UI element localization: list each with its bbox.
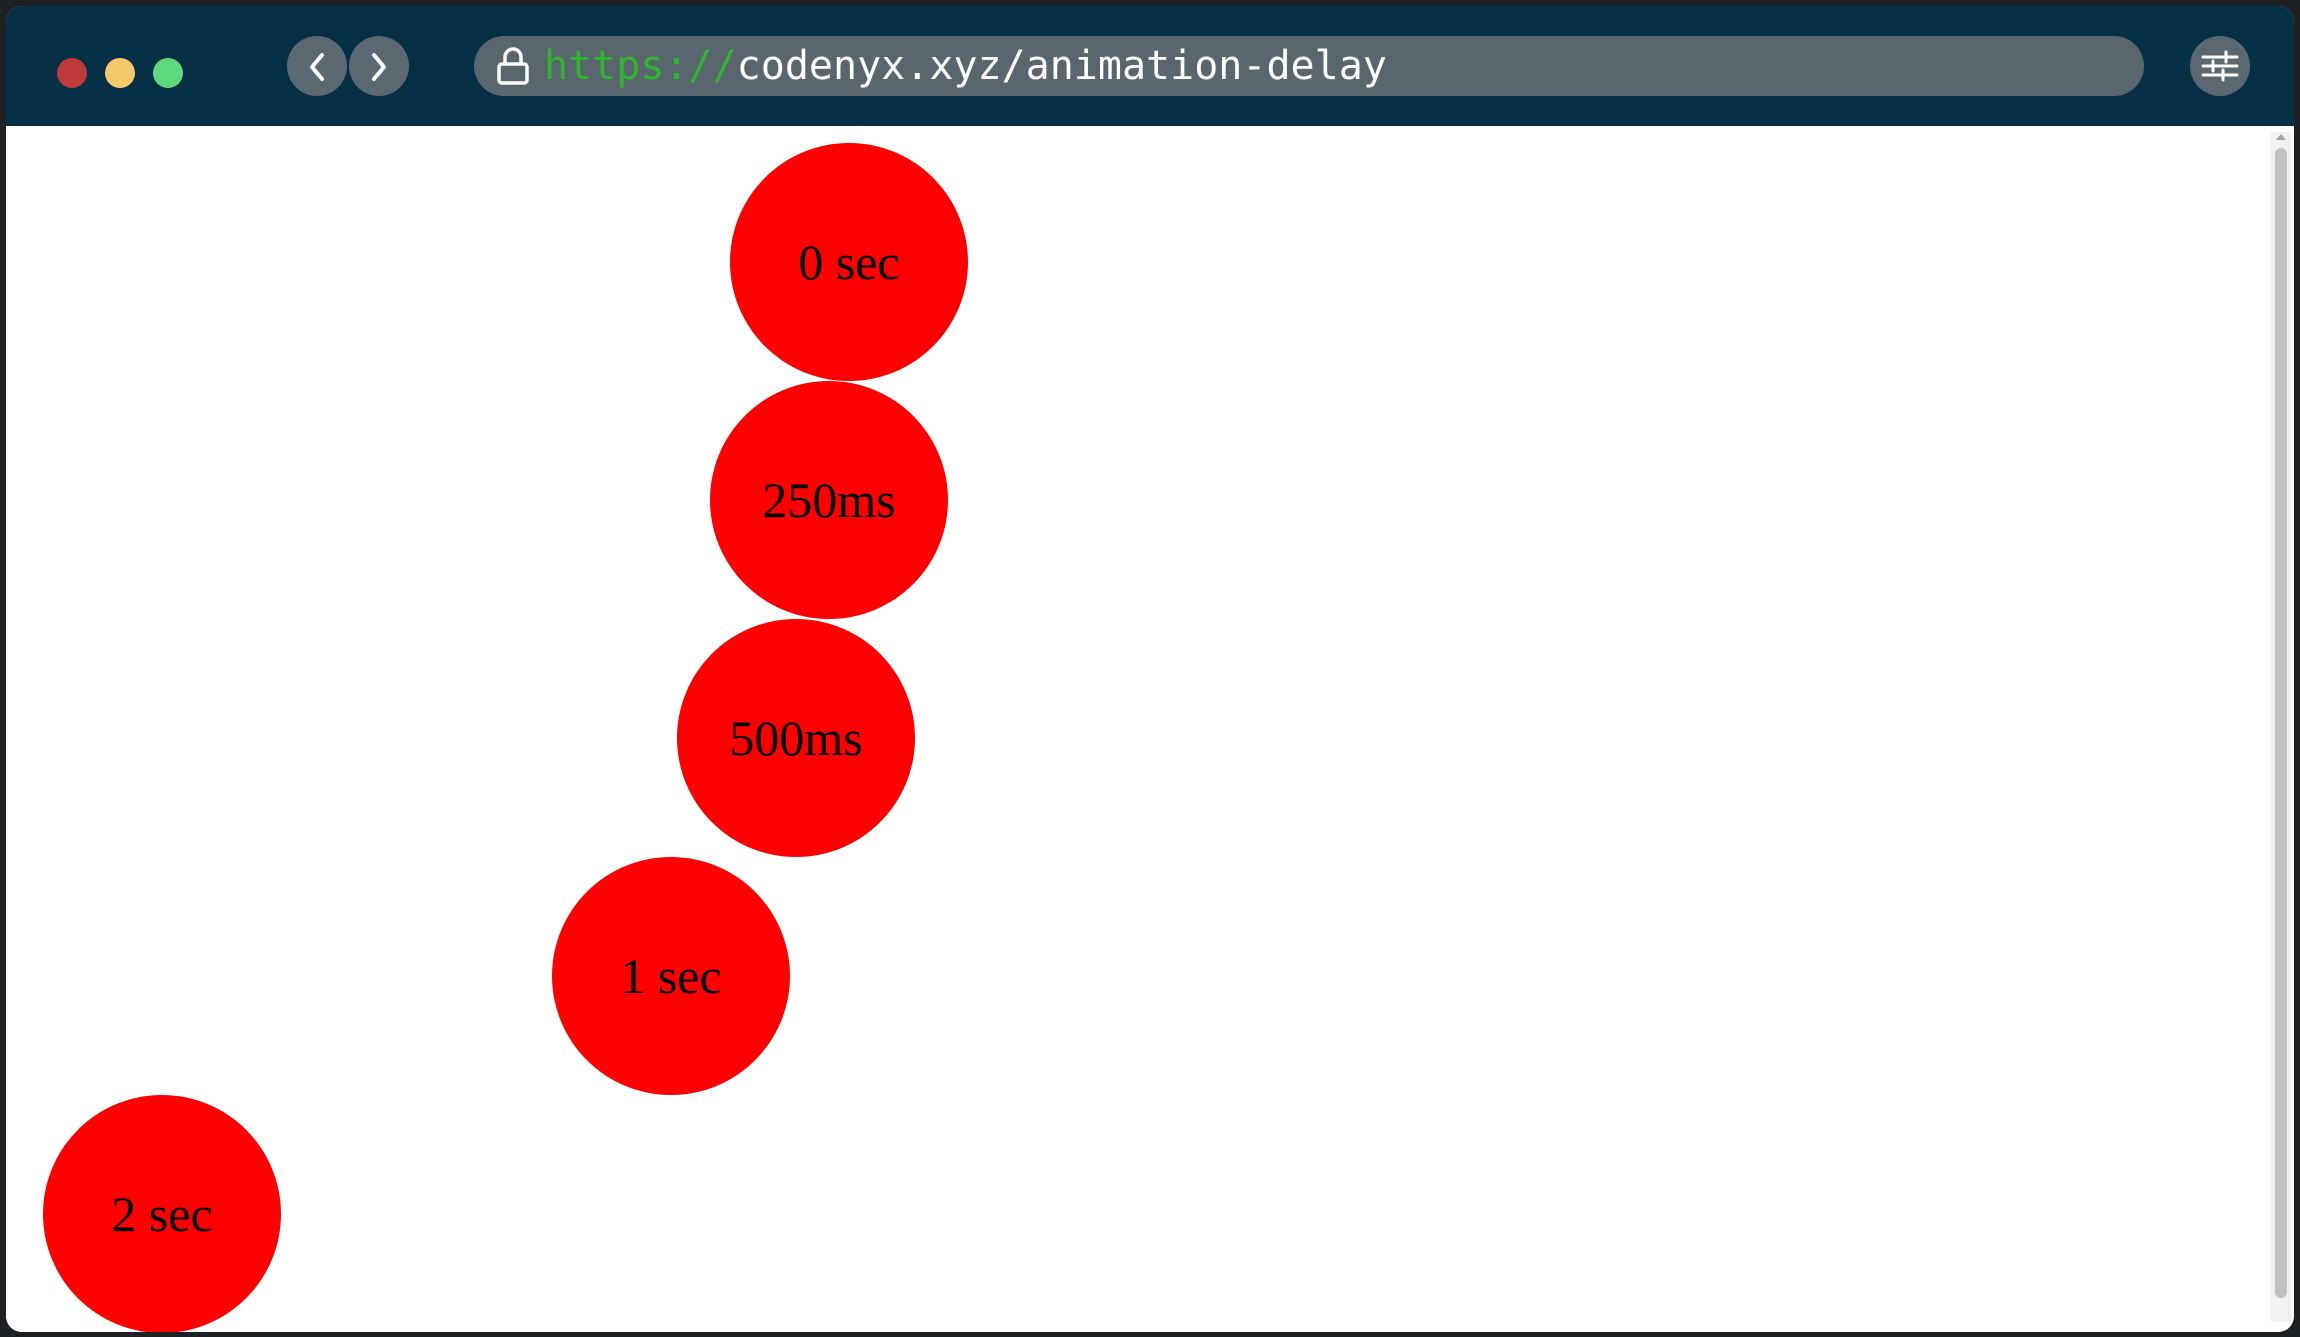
ball-500ms: 500ms: [677, 619, 915, 857]
ball-label: 2 sec: [111, 1186, 213, 1242]
ball-1-sec: 1 sec: [552, 857, 790, 1095]
minimize-window-button[interactable]: [105, 58, 135, 88]
url-path: codenyx.xyz/animation-delay: [736, 43, 1387, 89]
lock-icon: [497, 47, 529, 85]
chevron-right-icon: [372, 53, 386, 81]
maximize-window-button[interactable]: [153, 58, 183, 88]
url-text[interactable]: https://codenyx.xyz/animation-delay: [544, 36, 1387, 96]
close-window-button[interactable]: [57, 58, 87, 88]
address-bar[interactable]: https://codenyx.xyz/animation-delay: [474, 36, 2144, 96]
ball-label: 0 sec: [798, 234, 900, 290]
url-scheme: https://: [544, 43, 737, 89]
ball-label: 500ms: [729, 710, 863, 766]
ball-0-sec: 0 sec: [730, 143, 968, 381]
back-button[interactable]: [287, 36, 347, 96]
scroll-up-arrow-icon[interactable]: [2276, 134, 2286, 140]
browser-window: https://codenyx.xyz/animation-delay 0 se…: [6, 6, 2294, 1332]
scrollbar-thumb[interactable]: [2275, 148, 2287, 1298]
settings-button[interactable]: [2190, 36, 2250, 96]
chevron-left-icon: [310, 53, 324, 81]
page-content: 0 sec 250ms 500ms 1 sec 2 sec: [6, 126, 2294, 1332]
sliders-icon: [2201, 50, 2239, 82]
vertical-scrollbar[interactable]: [2271, 132, 2291, 1322]
ball-label: 250ms: [762, 472, 896, 528]
ball-250ms: 250ms: [710, 381, 948, 619]
ball-2-sec: 2 sec: [43, 1095, 281, 1332]
ball-label: 1 sec: [620, 948, 722, 1004]
browser-titlebar: https://codenyx.xyz/animation-delay: [6, 6, 2294, 126]
forward-button[interactable]: [349, 36, 409, 96]
